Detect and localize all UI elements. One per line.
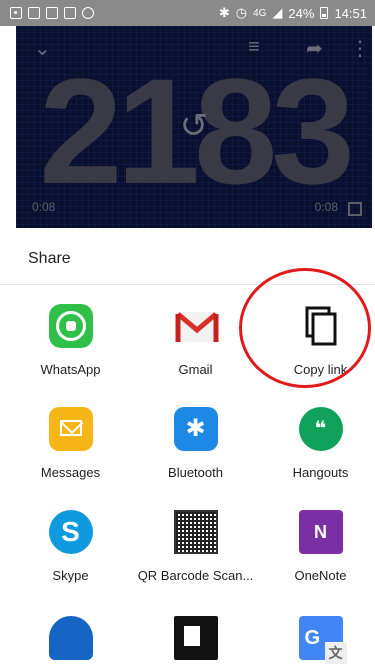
gmail-icon xyxy=(174,304,218,348)
share-target-bluetooth[interactable]: ✱ Bluetooth xyxy=(133,407,258,480)
status-bar: ✱ ◷ 4G ◢ 24% 14:51 xyxy=(0,0,375,26)
share-target-hangouts[interactable]: ❝ Hangouts xyxy=(258,407,375,480)
replay-icon[interactable]: ↺ xyxy=(176,108,212,144)
video-player[interactable]: 2183 ⌄ ≡ ➦ ⋮ ↺ 0:08 0:08 xyxy=(16,26,372,228)
share-target-whatsapp[interactable]: WhatsApp xyxy=(8,304,133,377)
messages-icon xyxy=(48,407,93,451)
bluetooth-icon: ✱ xyxy=(218,5,230,20)
chevron-down-icon[interactable]: ⌄ xyxy=(34,36,51,61)
add-to-queue-icon[interactable]: ≡ xyxy=(248,36,260,59)
share-target-qr-scanner[interactable]: QR Barcode Scan... xyxy=(133,510,258,583)
app-icon xyxy=(173,616,218,660)
gallery-icon xyxy=(64,7,76,19)
hangouts-icon: ❝ xyxy=(298,407,343,451)
fullscreen-icon[interactable] xyxy=(348,202,362,216)
google-translate-icon: G xyxy=(298,616,347,664)
battery-percent: 24% xyxy=(288,5,315,21)
share-target-label: Bluetooth xyxy=(168,465,223,480)
whatsapp-icon xyxy=(48,304,93,348)
share-target-label: Skype xyxy=(52,568,89,583)
app-icon xyxy=(82,7,94,19)
network-type: 4G xyxy=(253,7,267,19)
share-title: Share xyxy=(28,250,71,267)
notification-icons xyxy=(10,7,94,19)
current-time: 0:08 xyxy=(32,200,56,214)
mail-icon xyxy=(46,7,58,19)
duration: 0:08 xyxy=(314,200,338,214)
share-target-label: Gmail xyxy=(178,362,213,377)
notification-icon xyxy=(28,7,40,19)
bluetooth-icon: ✱ xyxy=(173,407,218,451)
signal-icon: ◢ xyxy=(272,5,283,20)
share-target-app[interactable] xyxy=(133,616,258,660)
share-target-label: WhatsApp xyxy=(40,362,101,377)
share-target-onenote[interactable]: N OneNote xyxy=(258,510,375,583)
onedrive-icon xyxy=(48,616,93,660)
share-target-label: Hangouts xyxy=(292,465,349,480)
qr-icon xyxy=(173,510,218,554)
onenote-icon: N xyxy=(298,510,343,554)
share-target-messages[interactable]: Messages xyxy=(8,407,133,480)
share-target-onedrive[interactable] xyxy=(8,616,133,660)
skype-icon: S xyxy=(48,510,93,554)
share-target-label: Messages xyxy=(40,465,101,480)
share-target-gmail[interactable]: Gmail xyxy=(133,304,258,377)
share-target-label: QR Barcode Scan... xyxy=(137,568,254,583)
annotation-circle xyxy=(239,268,371,388)
notification-icon xyxy=(10,7,22,19)
share-target-google-translate[interactable]: G xyxy=(258,616,375,664)
battery-icon xyxy=(320,7,329,19)
more-vert-icon[interactable]: ⋮ xyxy=(350,36,370,61)
share-target-skype[interactable]: S Skype xyxy=(8,510,133,583)
system-indicators: ✱ ◷ 4G ◢ 24% 14:51 xyxy=(219,5,367,21)
alarm-icon: ◷ xyxy=(235,5,248,20)
clock: 14:51 xyxy=(334,5,367,21)
share-target-label: OneNote xyxy=(294,568,347,583)
share-icon[interactable]: ➦ xyxy=(306,36,323,61)
